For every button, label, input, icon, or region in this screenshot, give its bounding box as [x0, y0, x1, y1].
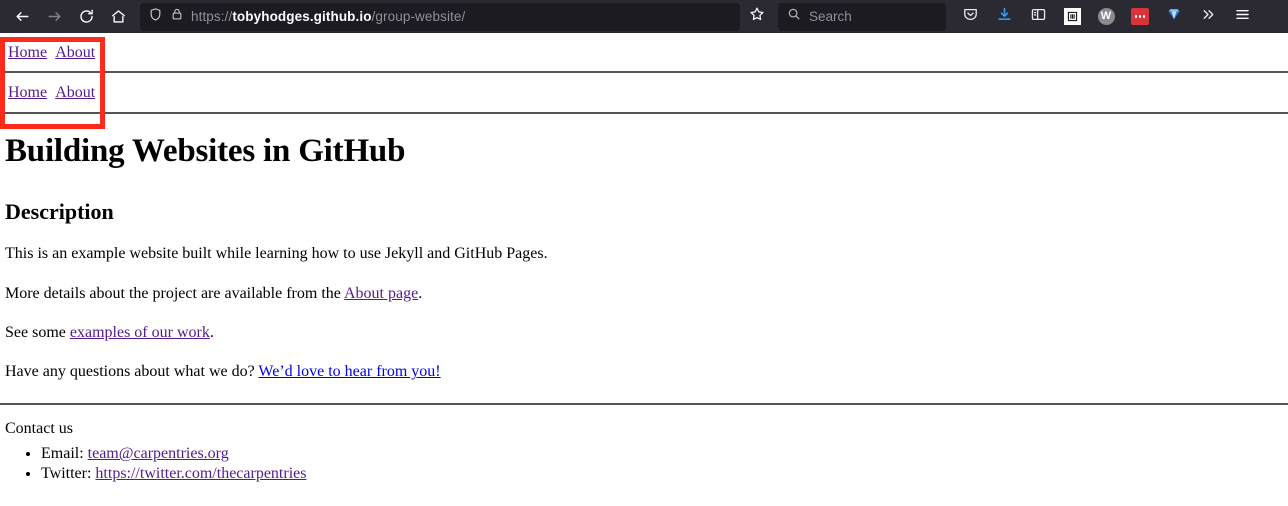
wallet-extension-icon: W [1097, 8, 1115, 25]
contact-label-twitter: Twitter: [41, 464, 96, 482]
link-twitter[interactable]: https://twitter.com/thecarpentries [95, 465, 306, 482]
shield-icon[interactable] [148, 7, 163, 27]
nav-link-about-primary[interactable]: About [55, 44, 95, 61]
search-bar[interactable]: Search [778, 2, 946, 31]
blue-gem-extension-button[interactable] [1158, 3, 1190, 31]
search-icon [787, 7, 801, 26]
examples-suffix: . [209, 324, 214, 342]
extensions-area: W [954, 3, 1258, 31]
home-icon [110, 8, 127, 25]
link-about-page[interactable]: About page [344, 285, 418, 302]
list-item: Email: team@carpentries.org [41, 444, 1288, 464]
library-icon [1063, 8, 1081, 25]
back-arrow-icon [14, 8, 31, 25]
bookmark-button[interactable] [742, 3, 772, 31]
contact-label-email: Email: [41, 445, 88, 463]
more-details-suffix: . [418, 284, 423, 302]
paragraph-examples: See some examples of our work. [5, 324, 1288, 342]
back-button[interactable] [6, 3, 38, 31]
paragraph-questions: Have any questions about what we do? We’… [5, 363, 1288, 381]
app-menu-button[interactable] [1226, 3, 1258, 31]
browser-toolbar: https://tobyhodges.github.io/group-websi… [0, 0, 1288, 33]
reload-icon [78, 8, 95, 25]
blue-gem-extension-icon [1166, 6, 1182, 27]
overflow-button[interactable] [1192, 3, 1224, 31]
nav-link-about-secondary[interactable]: About [55, 84, 95, 101]
page-title: Building Websites in GitHub [5, 132, 406, 169]
library-button[interactable] [1056, 3, 1088, 31]
url-path: /group-website/ [371, 9, 466, 24]
downloads-icon [996, 6, 1013, 28]
section-heading-description: Description [5, 199, 114, 225]
link-email[interactable]: team@carpentries.org [88, 445, 229, 462]
padlock-icon[interactable] [170, 7, 184, 26]
nav-link-home-secondary[interactable]: Home [8, 84, 47, 101]
search-input[interactable]: Search [809, 9, 852, 24]
sidebar-panel-button[interactable] [1022, 3, 1054, 31]
url-host: tobyhodges.github.io [232, 9, 372, 24]
overflow-chevrons-icon [1200, 6, 1217, 28]
link-contact-us[interactable]: We’d love to hear from you! [258, 363, 440, 380]
site-nav-secondary: Home About [0, 73, 1288, 111]
address-bar[interactable]: https://tobyhodges.github.io/group-websi… [140, 2, 740, 31]
link-examples-of-our-work[interactable]: examples of our work [70, 324, 210, 341]
url-text: https://tobyhodges.github.io/group-websi… [191, 9, 465, 24]
examples-prefix: See some [5, 324, 70, 342]
paragraph-more-details: More details about the project are avail… [5, 285, 1288, 303]
sidebar-panel-icon [1030, 6, 1047, 28]
list-item: Twitter: https://twitter.com/thecarpentr… [41, 464, 1288, 484]
nav-link-home-primary[interactable]: Home [8, 44, 47, 61]
red-dots-extension-icon [1131, 8, 1149, 25]
pocket-button[interactable] [954, 3, 986, 31]
more-details-prefix: More details about the project are avail… [5, 284, 344, 302]
app-menu-icon [1234, 6, 1251, 28]
wallet-extension-button[interactable]: W [1090, 3, 1122, 31]
pocket-icon [962, 6, 979, 28]
downloads-button[interactable] [988, 3, 1020, 31]
footer-contact-lead: Contact us [5, 419, 73, 437]
home-button[interactable] [102, 3, 134, 31]
star-icon [749, 6, 765, 27]
page-content: Home About Home About Building Websites … [0, 33, 1288, 506]
forward-arrow-icon [46, 8, 63, 25]
paragraph-intro: This is an example website built while l… [5, 245, 548, 263]
footer-contact-list: Email: team@carpentries.org Twitter: htt… [0, 444, 1288, 483]
nav-divider-2 [0, 111, 1288, 114]
red-dots-extension-button[interactable] [1124, 3, 1156, 31]
footer-divider [0, 402, 1288, 405]
forward-button[interactable] [38, 3, 70, 31]
questions-prefix: Have any questions about what we do? [5, 363, 259, 381]
reload-button[interactable] [70, 3, 102, 31]
url-scheme: https:// [191, 9, 233, 24]
site-nav-primary: Home About [0, 33, 1288, 71]
